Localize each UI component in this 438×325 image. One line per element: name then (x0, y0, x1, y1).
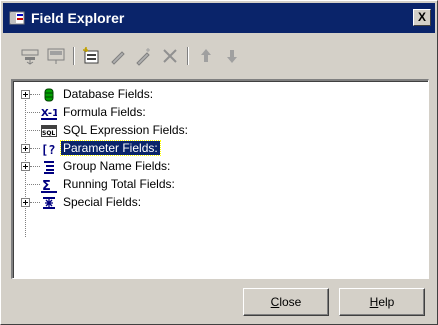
tree-item-label: Database Fields: (63, 87, 154, 101)
tree-item-label: Parameter Fields: (60, 140, 161, 156)
tree-item-formula-fields[interactable]: X-1 Formula Fields: (21, 104, 321, 122)
edit-button[interactable] (107, 45, 129, 67)
rename-icon (136, 48, 150, 66)
close-icon: X (417, 10, 426, 24)
tree-item-label: Formula Fields: (63, 105, 146, 119)
window-title: Field Explorer (31, 10, 125, 26)
field-explorer-app-icon (9, 10, 25, 26)
toolbar-separator (187, 47, 189, 65)
edit-icon (111, 51, 125, 65)
tree-item-label: Special Fields: (63, 195, 142, 209)
svg-text:Σ: Σ (42, 179, 51, 193)
title-bar[interactable]: Field Explorer X (3, 3, 435, 33)
svg-text:SQL: SQL (42, 130, 55, 137)
field-explorer-window: Field Explorer X Database Fields: X-1 Fo… (0, 0, 438, 325)
expand-icon[interactable] (21, 198, 30, 207)
running-total-icon: Σ (41, 177, 57, 194)
svg-text:X-1: X-1 (41, 108, 57, 119)
browse-button[interactable] (45, 45, 67, 67)
delete-icon (163, 49, 177, 63)
insert-to-report-icon (21, 49, 39, 65)
tree-item-label: SQL Expression Fields: (63, 123, 188, 137)
expand-icon[interactable] (21, 144, 30, 153)
insert-to-report-button[interactable] (19, 45, 41, 67)
browse-icon (47, 48, 65, 64)
move-down-icon (227, 50, 237, 63)
special-fields-icon (41, 195, 57, 211)
tree-item-special-fields[interactable]: Special Fields: (21, 194, 321, 212)
group-name-icon (41, 159, 57, 175)
toolbar (5, 39, 433, 71)
tree-item-sql-expression-fields[interactable]: SQL SQL Expression Fields: (21, 122, 321, 140)
move-up-icon (201, 49, 211, 62)
tree-item-running-total-fields[interactable]: Σ Running Total Fields: (21, 176, 321, 194)
sql-icon: SQL (41, 123, 57, 139)
close-button[interactable]: Close (243, 288, 329, 316)
help-button[interactable]: Help (339, 288, 425, 316)
move-up-button[interactable] (195, 45, 217, 67)
tree-item-database-fields[interactable]: Database Fields: (21, 86, 321, 104)
move-down-button[interactable] (221, 45, 243, 67)
tree-item-parameter-fields[interactable]: [?] Parameter Fields: (21, 140, 321, 158)
toolbar-separator (73, 47, 75, 65)
database-icon (41, 87, 57, 103)
parameter-icon: [?] (41, 141, 63, 157)
rename-button[interactable] (133, 45, 155, 67)
formula-icon: X-1 (41, 105, 59, 121)
expand-icon[interactable] (21, 162, 30, 171)
field-tree[interactable]: Database Fields: X-1 Formula Fields: SQL (11, 79, 429, 279)
tree-item-label: Group Name Fields: (63, 159, 171, 173)
new-icon (83, 47, 99, 64)
new-button[interactable] (81, 45, 103, 67)
expand-icon[interactable] (21, 90, 30, 99)
delete-button[interactable] (159, 45, 181, 67)
svg-text:[?]: [?] (41, 143, 57, 157)
tree-item-label: Running Total Fields: (63, 177, 175, 191)
tree-item-group-name-fields[interactable]: Group Name Fields: (21, 158, 321, 176)
close-window-button[interactable]: X (413, 9, 431, 26)
